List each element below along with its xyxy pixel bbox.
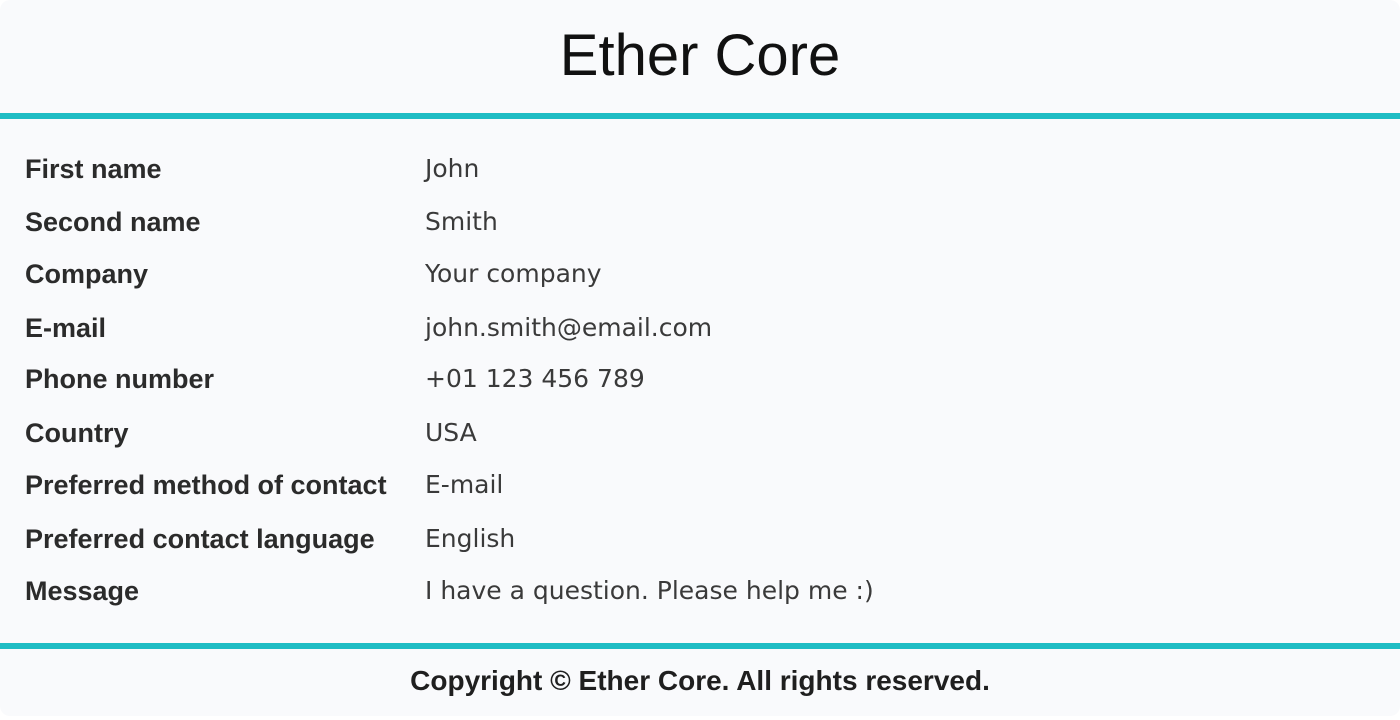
details-list: First name John Second name Smith Compan…: [0, 119, 1400, 643]
header: Ether Core: [0, 0, 1400, 113]
page-title: Ether Core: [559, 23, 841, 88]
footer: Copyright © Ether Core. All rights reser…: [0, 649, 1400, 716]
detail-label: E-mail: [25, 313, 107, 343]
detail-label: Country: [25, 418, 129, 448]
detail-value: Your company: [425, 259, 602, 288]
copyright-text: Copyright © Ether Core. All rights reser…: [410, 665, 990, 696]
detail-value: USA: [425, 418, 477, 447]
detail-value: E-mail: [425, 470, 504, 499]
detail-value: +01 123 456 789: [425, 364, 645, 393]
detail-value: john.smith@email.com: [425, 313, 713, 342]
detail-label: Company: [25, 259, 149, 289]
detail-value: English: [425, 524, 516, 553]
detail-value: I have a question. Please help me :): [425, 576, 874, 605]
detail-value: Smith: [425, 207, 498, 236]
detail-label: First name: [25, 154, 162, 184]
detail-label: Preferred contact language: [25, 524, 375, 554]
detail-label: Phone number: [25, 364, 215, 394]
detail-label: Preferred method of contact: [25, 470, 387, 500]
email-template: Ether Core First name John Second name S…: [0, 0, 1400, 716]
detail-value: John: [425, 154, 480, 183]
detail-label: Message: [25, 576, 140, 606]
detail-label: Second name: [25, 207, 201, 237]
